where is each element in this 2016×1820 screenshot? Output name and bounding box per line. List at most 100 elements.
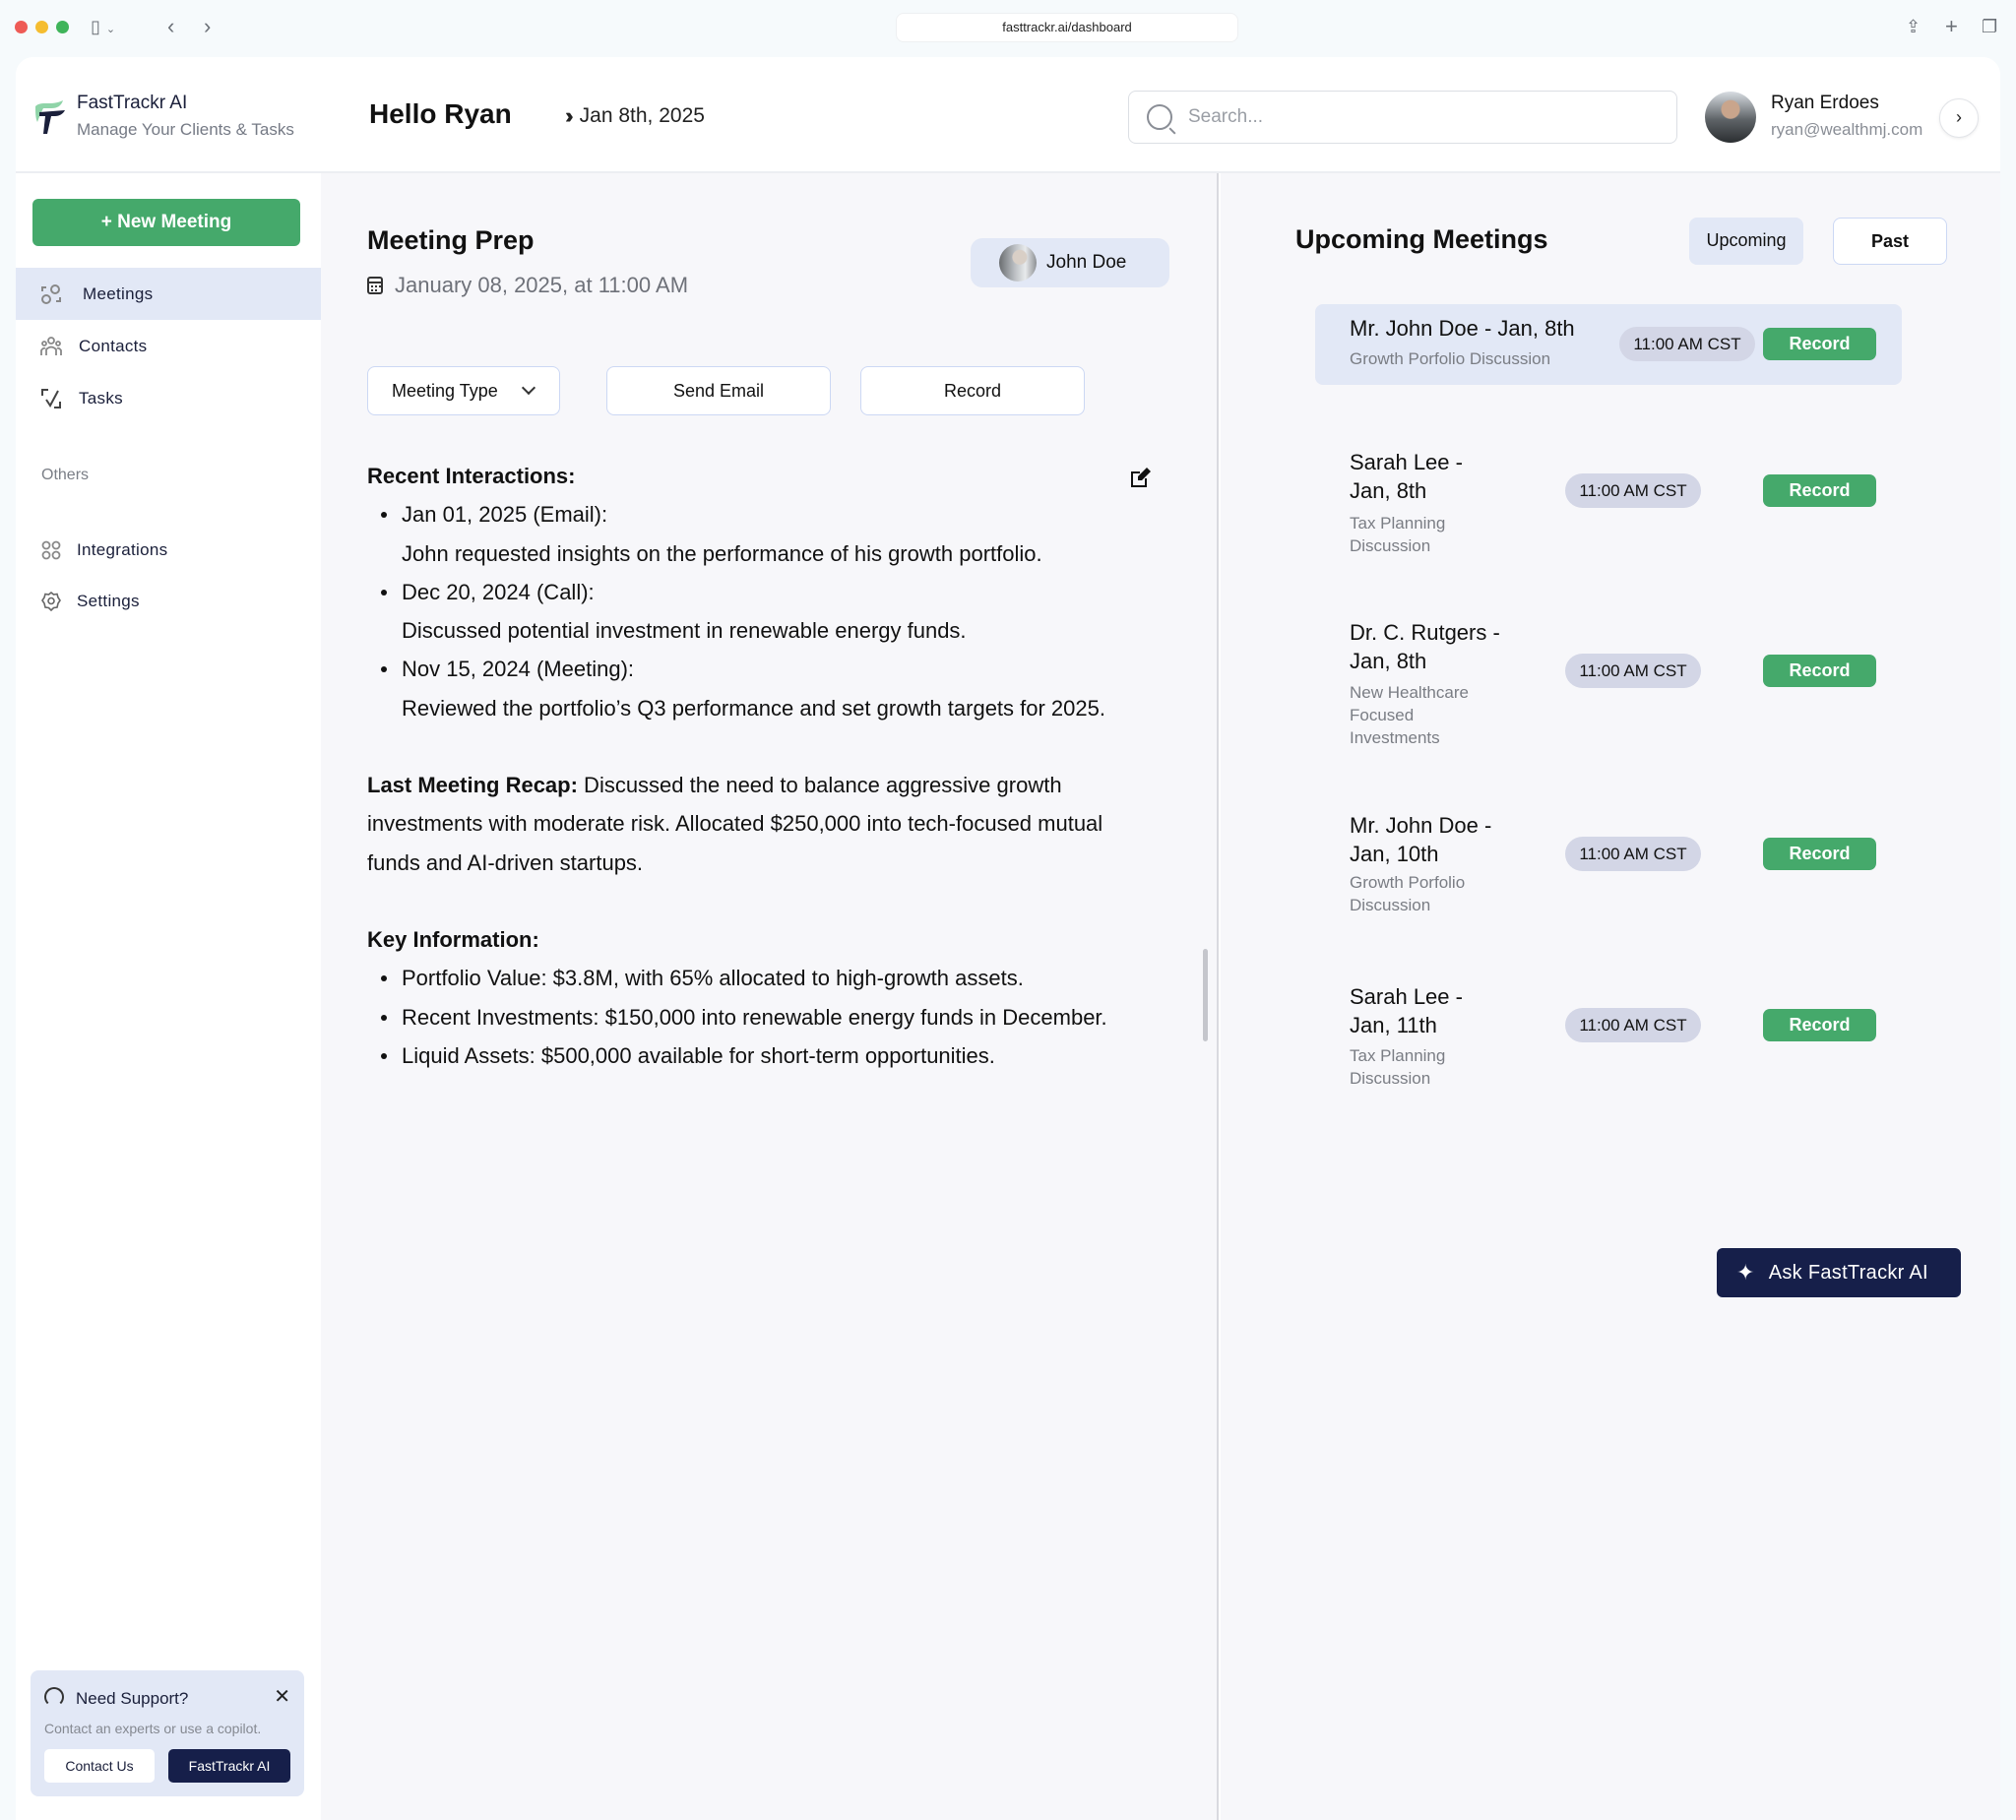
interaction-date: Dec 20, 2024 (Call): [402, 579, 595, 604]
maximize-window-button[interactable] [56, 21, 69, 33]
sidebar-item-label: Integrations [77, 539, 168, 559]
interaction-item: Dec 20, 2024 (Call): Discussed potential… [367, 573, 1145, 651]
search-icon [1147, 104, 1172, 130]
meetings-icon [39, 282, 63, 306]
headset-icon [44, 1687, 64, 1707]
ask-ai-label: Ask FastTrackr AI [1768, 1261, 1928, 1284]
meeting-time: 11:00 AM CST [1565, 1008, 1701, 1042]
contact-us-button[interactable]: Contact Us [44, 1749, 155, 1783]
recent-interactions-list: Jan 01, 2025 (Email): John requested ins… [367, 495, 1145, 727]
current-date: Jan 8th, 2025 [579, 104, 705, 127]
meeting-record-button[interactable]: Record [1763, 474, 1876, 507]
meeting-subtitle: Growth Porfolio Discussion [1350, 873, 1466, 914]
meeting-type-dropdown[interactable]: Meeting Type [367, 366, 560, 415]
key-information-list: Portfolio Value: $3.8M, with 65% allocat… [367, 959, 1145, 1075]
ask-fasttrackr-ai-button[interactable]: ✦ Ask FastTrackr AI [1717, 1248, 1961, 1297]
new-meeting-button[interactable]: + New Meeting [32, 199, 300, 246]
app-window: FastTrackr AI Manage Your Clients & Task… [16, 57, 2000, 1820]
close-icon[interactable]: ✕ [274, 1684, 290, 1709]
meeting-record-button[interactable]: Record [1763, 838, 1876, 870]
calendar-icon [367, 277, 383, 294]
tab-past[interactable]: Past [1833, 218, 1947, 265]
gear-icon [39, 590, 63, 613]
meeting-item[interactable]: Mr. John Doe - Jan, 8th Growth Porfolio … [1315, 304, 1902, 385]
meeting-item[interactable]: Mr. John Doe - Jan, 10th Growth Porfolio… [1315, 812, 1902, 930]
meeting-subtitle: New Healthcare Focused Investments [1350, 683, 1469, 747]
meeting-datetime: January 08, 2025, at 11:00 AM [367, 273, 688, 298]
meeting-record-button[interactable]: Record [1763, 655, 1876, 687]
search-box[interactable] [1128, 91, 1677, 144]
meeting-item[interactable]: Sarah Lee - Jan, 11th Tax Planning Discu… [1315, 983, 1902, 1101]
meeting-type-label: Meeting Type [392, 380, 498, 401]
meeting-subtitle: Growth Porfolio Discussion [1350, 349, 1551, 368]
scrollbar[interactable] [1203, 949, 1208, 1041]
search-input[interactable] [1188, 106, 1661, 128]
upcoming-meetings-title: Upcoming Meetings [1295, 224, 1548, 254]
others-heading: Others [41, 467, 90, 483]
sidebar-item-integrations[interactable]: Integrations [16, 524, 321, 576]
meeting-item[interactable]: Sarah Lee - Jan, 8th Tax Planning Discus… [1315, 449, 1902, 567]
meeting-item[interactable]: Dr. C. Rutgers - Jan, 8th New Healthcare… [1315, 619, 1902, 757]
sidebar-item-meetings[interactable]: Meetings [16, 268, 321, 320]
meeting-title: Sarah Lee - Jan, 8th [1350, 450, 1463, 503]
upcoming-meetings-panel: Upcoming Meetings Upcoming Past Mr. John… [1221, 173, 2000, 1820]
tabs-overview-icon[interactable]: ❐ [1982, 14, 1997, 39]
interaction-item: Nov 15, 2024 (Meeting): Reviewed the por… [367, 650, 1145, 727]
interaction-text: John requested insights on the performan… [402, 540, 1042, 566]
tasks-icon [39, 387, 63, 410]
sidebar-item-tasks[interactable]: Tasks [16, 372, 321, 424]
url-bar[interactable]: fasttrackr.ai/dashboard [896, 13, 1238, 42]
tab-upcoming[interactable]: Upcoming [1689, 218, 1803, 265]
key-info-item: Liquid Assets: $500,000 available for sh… [367, 1036, 1145, 1075]
top-header: FastTrackr AI Manage Your Clients & Task… [16, 57, 2000, 173]
user-name: Ryan Erdoes [1771, 93, 1879, 113]
record-button[interactable]: Record [860, 366, 1085, 415]
greeting: Hello Ryan [369, 98, 512, 129]
sidebar-item-label: Meetings [83, 283, 154, 303]
user-menu-chevron-icon[interactable]: › [1939, 98, 1979, 138]
meeting-datetime-text: January 08, 2025, at 11:00 AM [395, 273, 689, 297]
key-information-heading: Key Information: [367, 926, 539, 952]
user-avatar[interactable] [1705, 92, 1756, 143]
new-tab-icon[interactable]: + [1945, 14, 1958, 39]
brand-name: FastTrackr AI [77, 93, 188, 113]
client-chip[interactable]: John Doe [971, 238, 1169, 287]
close-window-button[interactable] [15, 21, 28, 33]
interaction-item: Jan 01, 2025 (Email): John requested ins… [367, 495, 1145, 573]
meeting-record-button[interactable]: Record [1763, 328, 1876, 360]
minimize-window-button[interactable] [35, 21, 48, 33]
date-breadcrumb: ›› Jan 8th, 2025 [565, 103, 705, 129]
fasttrackr-ai-button[interactable]: FastTrackr AI [168, 1749, 290, 1783]
browser-chrome: ▯ ⌄ ‹ › fasttrackr.ai/dashboard ⇪ + ❐ [0, 0, 2016, 55]
back-icon[interactable]: ‹ [167, 14, 174, 39]
meeting-title: Mr. John Doe - Jan, 10th [1350, 813, 1492, 866]
contacts-icon [39, 335, 63, 358]
share-icon[interactable]: ⇪ [1906, 14, 1921, 39]
recent-interactions-heading: Recent Interactions: [367, 464, 576, 488]
meeting-time: 11:00 AM CST [1565, 837, 1701, 871]
meeting-subtitle: Tax Planning Discussion [1350, 514, 1446, 555]
send-email-button[interactable]: Send Email [606, 366, 831, 415]
fasttrackr-logo-icon [35, 100, 65, 134]
interaction-date: Jan 01, 2025 (Email): [402, 502, 608, 528]
key-info-item: Recent Investments: $150,000 into renewa… [367, 998, 1145, 1036]
last-meeting-recap: Last Meeting Recap: Discussed the need t… [367, 766, 1145, 882]
key-info-item: Portfolio Value: $3.8M, with 65% allocat… [367, 959, 1145, 997]
sidebar-item-contacts[interactable]: Contacts [16, 320, 321, 372]
meeting-prep-content: Recent Interactions: Jan 01, 2025 (Email… [367, 457, 1145, 1075]
chevron-down-icon [521, 380, 536, 396]
sidebar-item-settings[interactable]: Settings [16, 575, 321, 627]
sidebar-item-label: Settings [77, 591, 140, 610]
user-email: ryan@wealthmj.com [1771, 120, 1923, 139]
brand-tagline: Manage Your Clients & Tasks [77, 120, 294, 139]
meeting-title: Mr. John Doe - Jan, 8th [1350, 316, 1575, 341]
meeting-title: Dr. C. Rutgers - Jan, 8th [1350, 620, 1500, 673]
forward-icon[interactable]: › [204, 14, 211, 39]
meeting-record-button[interactable]: Record [1763, 1009, 1876, 1041]
sidebar-toggle-icon[interactable]: ▯ ⌄ [91, 14, 115, 42]
meeting-subtitle: Tax Planning Discussion [1350, 1046, 1446, 1088]
sidebar: + New Meeting Meetings Contacts Tasks Ot… [16, 173, 321, 1820]
support-text: Contact an experts or use a copilot. [44, 1721, 262, 1736]
meeting-time: 11:00 AM CST [1565, 473, 1701, 508]
sidebar-item-label: Tasks [79, 388, 123, 408]
